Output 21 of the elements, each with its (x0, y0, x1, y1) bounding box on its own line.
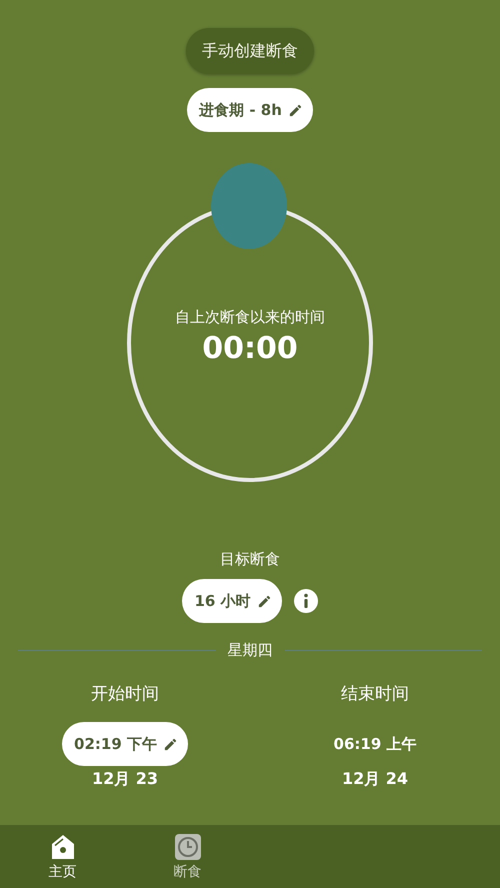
time-text: 06:19 上午 (334, 734, 416, 754)
nav-tab[interactable]: 断食 (125, 825, 250, 888)
progress-handle[interactable] (211, 163, 287, 249)
goal-title: 目标断食 (220, 550, 280, 569)
timer-caption: 自上次断食以来的时间 (175, 308, 325, 327)
info-icon[interactable] (294, 589, 318, 613)
edit-icon (288, 102, 303, 118)
weekday-label: 星期四 (228, 641, 272, 660)
manual-create-button[interactable]: 手动创建断食 (186, 28, 314, 74)
edit-icon (162, 736, 178, 752)
date-text: 12月 24 (342, 769, 408, 790)
column-label: 结束时间 (341, 683, 409, 706)
goal-button[interactable]: 16 小时 (182, 579, 282, 623)
clock-icon (174, 832, 202, 860)
nav-tab[interactable]: 主页 (0, 825, 125, 888)
date-text: 12月 23 (92, 769, 158, 790)
elapsed-time: 00:00 (202, 331, 298, 366)
edit-icon (256, 594, 272, 608)
column-label: 开始时间 (91, 683, 159, 706)
eating-window-button[interactable]: 进食期 - 8h (187, 88, 313, 132)
time-button[interactable]: 02:19 下午 (62, 722, 188, 766)
